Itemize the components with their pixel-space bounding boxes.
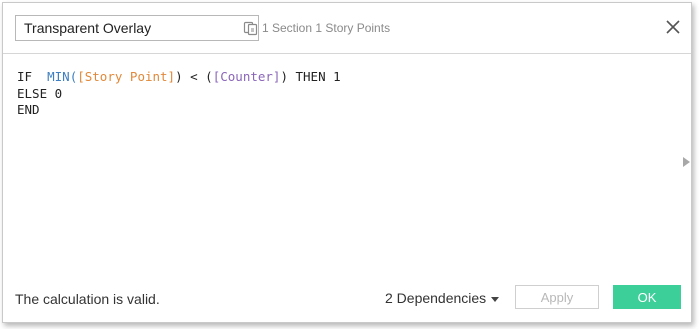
close-button[interactable] bbox=[663, 17, 683, 37]
datasource-icon bbox=[243, 21, 258, 36]
validation-status: The calculation is valid. bbox=[15, 291, 160, 307]
keyword-then: ) THEN 1 bbox=[280, 69, 341, 84]
field-counter: [Counter] bbox=[212, 69, 281, 84]
calculation-name-field[interactable] bbox=[15, 15, 259, 41]
calculation-dialog: 1 Section 1 Story Points IF MIN([Story P… bbox=[2, 2, 692, 323]
function-min: MIN( bbox=[47, 69, 78, 84]
datasource-label: 1 Section 1 Story Points bbox=[243, 17, 390, 39]
formula-line-1: IF MIN([Story Point]) < ([Counter]) THEN… bbox=[17, 69, 657, 86]
formula-editor[interactable]: IF MIN([Story Point]) < ([Counter]) THEN… bbox=[17, 69, 657, 259]
operator-text: ) < ( bbox=[175, 69, 213, 84]
caret-down-icon bbox=[491, 296, 500, 302]
dependencies-dropdown[interactable]: 2 Dependencies bbox=[385, 290, 500, 306]
field-story-point: [Story Point] bbox=[77, 69, 176, 84]
dependencies-label: 2 Dependencies bbox=[385, 290, 487, 306]
keyword-if: IF bbox=[17, 69, 33, 84]
ok-button[interactable]: OK bbox=[613, 285, 681, 309]
formula-line-2: ELSE 0 bbox=[17, 85, 63, 101]
datasource-text: 1 Section 1 Story Points bbox=[262, 21, 391, 35]
formula-line-3: END bbox=[17, 102, 40, 117]
apply-button[interactable]: Apply bbox=[515, 285, 599, 309]
expand-arrow-icon[interactable] bbox=[683, 157, 690, 167]
header-divider bbox=[3, 53, 691, 54]
close-icon bbox=[666, 20, 680, 34]
